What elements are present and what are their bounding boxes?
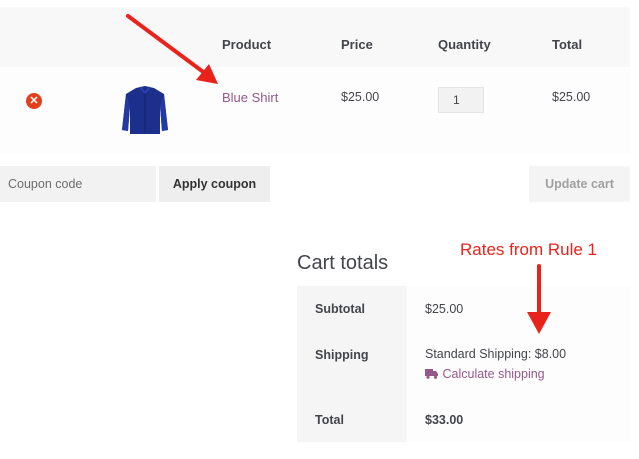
- totals-label-column: Subtotal Shipping Total: [297, 286, 407, 442]
- truck-icon: [425, 369, 438, 379]
- subtotal-label: Subtotal: [315, 302, 365, 316]
- cart-totals-title: Cart totals: [297, 252, 389, 274]
- subtotal-value: $25.00: [425, 302, 464, 316]
- coupon-code-input[interactable]: [0, 166, 156, 202]
- calculate-shipping-text[interactable]: Calculate shipping: [442, 367, 544, 381]
- item-price: $25.00: [341, 90, 380, 104]
- item-total: $25.00: [552, 90, 591, 104]
- remove-item-icon[interactable]: ✕: [26, 93, 42, 109]
- annotation-arrow-shipping: [527, 264, 551, 334]
- shipping-value: Standard Shipping: $8.00: [425, 347, 567, 361]
- annotation-label: Rates from Rule 1: [460, 240, 597, 259]
- apply-coupon-button[interactable]: Apply coupon: [159, 166, 270, 202]
- header-quantity: Quantity: [438, 37, 491, 52]
- totals-value-column: $25.00 Standard Shipping: $8.00 Calculat…: [407, 286, 630, 442]
- total-label: Total: [315, 413, 344, 427]
- total-value: $33.00: [425, 413, 464, 427]
- calculate-shipping-link[interactable]: Calculate shipping: [425, 367, 545, 381]
- shipping-label: Shipping: [315, 348, 369, 362]
- header-total: Total: [552, 37, 583, 52]
- annotation-arrow-product: [126, 14, 218, 84]
- cart-table-header: Product Price Quantity Total: [0, 7, 630, 67]
- header-price: Price: [341, 37, 373, 52]
- cart-item-row: ✕ Blue Shirt $25.00 $25.00: [0, 67, 630, 154]
- product-link[interactable]: Blue Shirt: [222, 90, 278, 105]
- update-cart-button[interactable]: Update cart: [529, 166, 630, 202]
- quantity-input[interactable]: [438, 87, 484, 113]
